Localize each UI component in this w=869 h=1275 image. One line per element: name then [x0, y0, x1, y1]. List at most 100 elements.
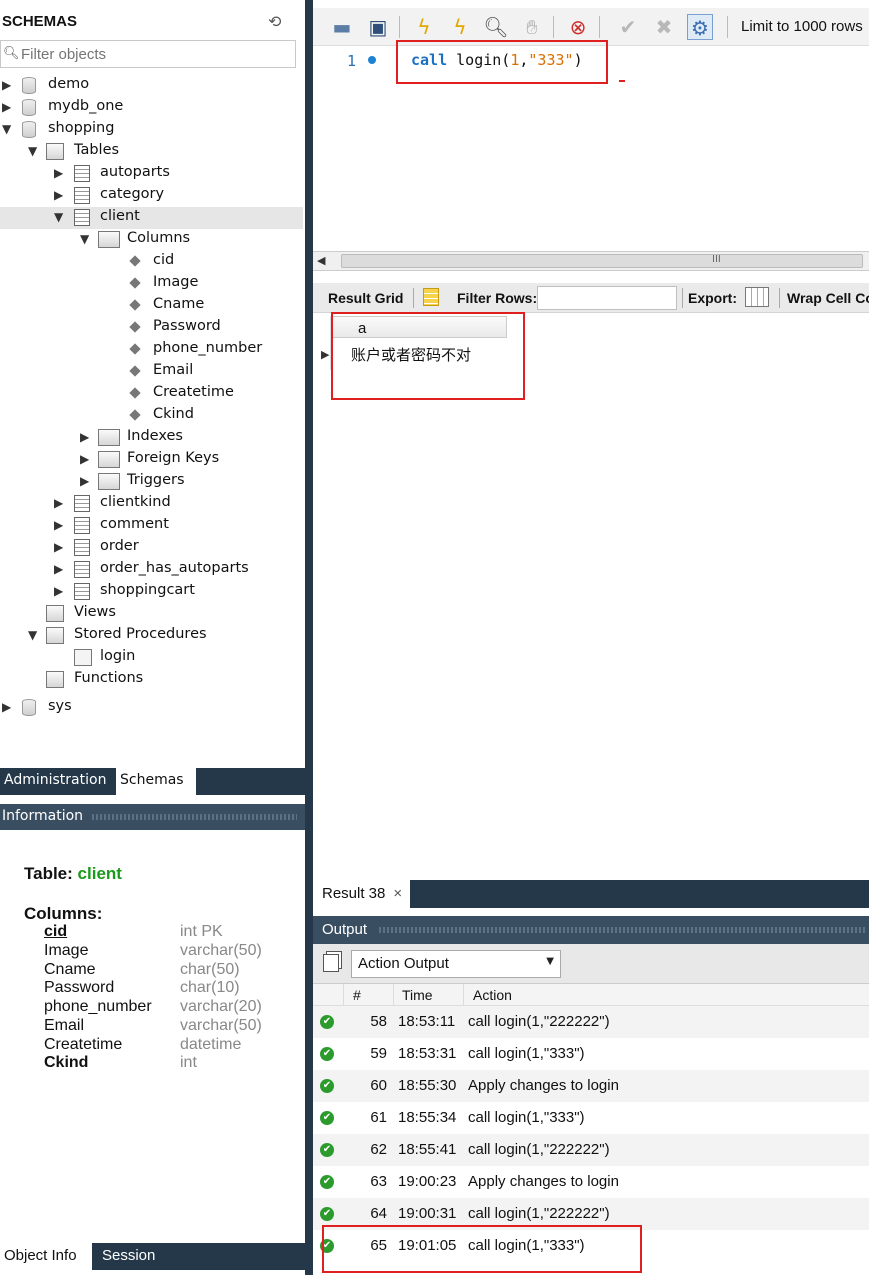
collapse-arrow-icon[interactable]: ▼	[28, 144, 40, 158]
result-grid-icon[interactable]	[423, 288, 439, 306]
expand-arrow-icon[interactable]: ▶	[54, 584, 66, 598]
functions-folder[interactable]: Functions	[0, 669, 305, 691]
filter-objects-box[interactable]: 🔍︎	[0, 40, 296, 68]
result-tab-label: Result 38	[322, 885, 386, 902]
expand-arrow-icon[interactable]: ▶	[54, 562, 66, 576]
filter-objects-input[interactable]	[21, 44, 291, 64]
columns-folder[interactable]: ▼ Columns	[0, 229, 305, 251]
explain-magnifier-icon[interactable]: 🔍︎	[483, 14, 509, 40]
panel-splitter[interactable]	[305, 0, 313, 1275]
folder-icon	[46, 605, 64, 622]
column-cname[interactable]: Cname	[0, 295, 305, 317]
expand-arrow-icon[interactable]: ▶	[2, 100, 14, 114]
toggle-error-icon[interactable]: ⊗	[565, 14, 591, 40]
execute-current-icon[interactable]: ϟ	[447, 14, 473, 40]
tab-session[interactable]: Session	[98, 1243, 159, 1270]
autocommit-toggle-icon[interactable]: ⚙	[687, 14, 713, 40]
stop-hand-icon[interactable]: ✋︎	[519, 14, 545, 40]
column-ckind[interactable]: Ckind	[0, 405, 305, 427]
output-row[interactable]: ✔ 62 18:55:41 call login(1,"222222")	[313, 1134, 869, 1166]
tab-object-info[interactable]: Object Info	[0, 1243, 92, 1270]
procedure-login[interactable]: login	[0, 647, 305, 669]
tables-folder[interactable]: ▼ Tables	[0, 141, 305, 163]
expand-arrow-icon[interactable]: ▶	[54, 518, 66, 532]
copy-icon[interactable]	[323, 954, 339, 972]
table-comment[interactable]: ▶ comment	[0, 515, 305, 537]
table-clientkind[interactable]: ▶ clientkind	[0, 493, 305, 515]
table-shoppingcart[interactable]: ▶ shoppingcart	[0, 581, 305, 603]
toolbar-separator	[399, 16, 400, 38]
collapse-arrow-icon[interactable]: ▼	[80, 232, 92, 246]
table-info-line: Table: client	[24, 864, 122, 884]
output-row[interactable]: ✔ 59 18:53:31 call login(1,"333")	[313, 1038, 869, 1070]
column-icon	[129, 321, 141, 333]
column-createtime[interactable]: Createtime	[0, 383, 305, 405]
open-folder-icon[interactable]: ▬	[329, 14, 355, 40]
foreign-keys-folder[interactable]: ▶ Foreign Keys	[0, 449, 305, 471]
limit-rows-select[interactable]: Limit to 1000 rows	[741, 18, 863, 35]
column-header-action[interactable]: Action	[473, 987, 512, 1003]
column-image[interactable]: Image	[0, 273, 305, 295]
triggers-folder[interactable]: ▶ Triggers	[0, 471, 305, 493]
schema-demo[interactable]: ▶ demo	[0, 75, 305, 97]
expand-arrow-icon[interactable]: ▶	[80, 474, 92, 488]
schema-mydb-one[interactable]: ▶ mydb_one	[0, 97, 305, 119]
expand-arrow-icon[interactable]: ▶	[2, 78, 14, 92]
column-phone-number[interactable]: phone_number	[0, 339, 305, 361]
tab-administration[interactable]: Administration	[0, 768, 110, 795]
output-action: call login(1,"222222")	[468, 1205, 610, 1222]
expand-arrow-icon[interactable]: ▶	[80, 452, 92, 466]
scrollbar-thumb[interactable]: III	[341, 254, 863, 268]
wrap-cell-content-label[interactable]: Wrap Cell Co	[787, 290, 869, 306]
output-type-select[interactable]: Action Output ▼	[351, 950, 561, 978]
table-autoparts[interactable]: ▶ autoparts	[0, 163, 305, 185]
tab-result-38[interactable]: Result 38 ×	[313, 880, 411, 908]
table-name: client	[77, 864, 122, 883]
save-icon[interactable]: ▣	[365, 14, 391, 40]
column-cid[interactable]: cid	[0, 251, 305, 273]
column-password[interactable]: Password	[0, 317, 305, 339]
execute-lightning-icon[interactable]: ϟ	[411, 14, 437, 40]
expand-arrow-icon[interactable]: ▶	[54, 540, 66, 554]
column-header-time[interactable]: Time	[402, 987, 433, 1003]
chevron-down-icon: ▼	[546, 956, 554, 967]
tree-label: demo	[48, 76, 90, 92]
commit-check-icon[interactable]: ✔	[615, 14, 641, 40]
table-client[interactable]: ▼ client	[0, 207, 303, 229]
filter-rows-input[interactable]	[537, 286, 677, 310]
expand-arrow-icon[interactable]: ▶	[80, 430, 92, 444]
output-row[interactable]: ✔ 63 19:00:23 Apply changes to login	[313, 1166, 869, 1198]
scroll-left-icon[interactable]: ◀	[317, 252, 325, 270]
expand-arrow-icon[interactable]: ▶	[54, 496, 66, 510]
collapse-arrow-icon[interactable]: ▼	[28, 628, 40, 642]
collapse-arrow-icon[interactable]: ▼	[54, 210, 66, 224]
output-row[interactable]: ✔ 60 18:55:30 Apply changes to login	[313, 1070, 869, 1102]
column-header-num[interactable]: #	[353, 987, 361, 1003]
collapse-arrow-icon[interactable]: ▼	[2, 122, 14, 136]
output-row[interactable]: ✔ 58 18:53:11 call login(1,"222222")	[313, 1006, 869, 1038]
tree-label: Createtime	[153, 384, 234, 400]
output-time: 18:55:41	[398, 1141, 457, 1158]
table-category[interactable]: ▶ category	[0, 185, 305, 207]
output-num: 62	[370, 1141, 387, 1158]
expand-arrow-icon[interactable]: ▶	[2, 700, 14, 714]
expand-arrow-icon[interactable]: ▶	[54, 188, 66, 202]
editor-horizontal-scrollbar[interactable]: ◀ III	[313, 251, 869, 271]
rollback-cancel-icon[interactable]: ✖	[651, 14, 677, 40]
refresh-icon[interactable]: ⟲	[268, 12, 281, 31]
column-email[interactable]: Email	[0, 361, 305, 383]
indexes-folder[interactable]: ▶ Indexes	[0, 427, 305, 449]
folder-icon	[98, 451, 120, 468]
schema-sys[interactable]: ▶ sys	[0, 697, 305, 719]
schema-shopping[interactable]: ▼ shopping	[0, 119, 305, 141]
tab-schemas[interactable]: Schemas	[116, 768, 196, 795]
views-folder[interactable]: Views	[0, 603, 305, 625]
table-order[interactable]: ▶ order	[0, 537, 305, 559]
output-row[interactable]: ✔ 61 18:55:34 call login(1,"333")	[313, 1102, 869, 1134]
close-icon[interactable]: ×	[393, 885, 402, 902]
export-icon[interactable]	[745, 287, 769, 307]
table-order-has-autoparts[interactable]: ▶ order_has_autoparts	[0, 559, 305, 581]
expand-arrow-icon[interactable]: ▶	[54, 166, 66, 180]
stored-procedures-folder[interactable]: ▼ Stored Procedures	[0, 625, 305, 647]
tree-label: Columns	[127, 230, 191, 246]
